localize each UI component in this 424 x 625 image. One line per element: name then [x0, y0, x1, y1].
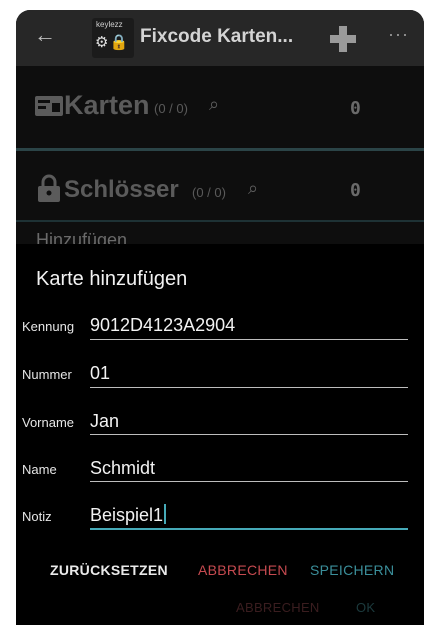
save-button[interactable]: SPEICHERN: [310, 562, 394, 578]
search-icon[interactable]: ⌕: [209, 94, 219, 115]
locks-count: (0 / 0): [192, 185, 226, 200]
card-icon: [35, 96, 63, 116]
note-field[interactable]: Beispiel1: [90, 504, 167, 526]
app-bar: ← keylezz ⚙🔒 Fixcode Karten... ···: [16, 10, 424, 66]
note-value: Beispiel1: [90, 505, 164, 525]
reset-button[interactable]: ZURÜCKSETZEN: [50, 562, 168, 578]
note-label: Notiz: [22, 509, 52, 524]
first-name-field[interactable]: Jan: [90, 411, 119, 432]
name-field[interactable]: Schmidt: [90, 458, 155, 479]
plus-icon[interactable]: [330, 26, 356, 52]
arrow-left-icon[interactable]: ←: [34, 22, 56, 48]
dialog-title: Karte hinzufügen: [36, 268, 188, 290]
cards-total: 0: [350, 98, 361, 119]
note-underline: [90, 528, 408, 530]
divider: [16, 220, 424, 222]
add-card-dialog: Karte hinzufügen Kennung 9012D4123A2904 …: [16, 244, 424, 625]
id-underline: [90, 339, 408, 340]
number-label: Nummer: [22, 367, 72, 382]
number-underline: [90, 387, 408, 388]
first-name-label: Vorname: [22, 415, 75, 430]
number-field[interactable]: 01: [90, 363, 110, 384]
logo-glyph: ⚙🔒: [95, 34, 130, 51]
locks-total: 0: [350, 180, 361, 201]
first-name-underline: [90, 434, 408, 435]
more-menu-icon[interactable]: ···: [388, 24, 409, 45]
locks-section-title[interactable]: Schlösser: [64, 176, 179, 204]
cancel-button[interactable]: ABBRECHEN: [198, 562, 288, 578]
background-ok-button: OK: [356, 600, 376, 615]
name-underline: [90, 481, 408, 482]
id-label: Kennung: [22, 319, 75, 334]
cards-count: (0 / 0): [154, 101, 188, 116]
app-screen: ← keylezz ⚙🔒 Fixcode Karten... ··· Karte…: [16, 10, 424, 625]
divider: [16, 148, 424, 151]
text-cursor: [164, 504, 167, 524]
cards-section-title[interactable]: Karten: [64, 90, 150, 121]
logo-text: keylezz: [96, 20, 123, 29]
id-field[interactable]: 9012D4123A2904: [90, 315, 235, 336]
search-icon[interactable]: ⌕: [248, 178, 258, 199]
background-cancel-button: ABBRECHEN: [236, 600, 320, 615]
lock-icon: [38, 174, 60, 202]
name-label: Name: [22, 462, 57, 477]
page-title: Fixcode Karten...: [140, 26, 294, 47]
app-logo: keylezz ⚙🔒: [92, 18, 134, 58]
